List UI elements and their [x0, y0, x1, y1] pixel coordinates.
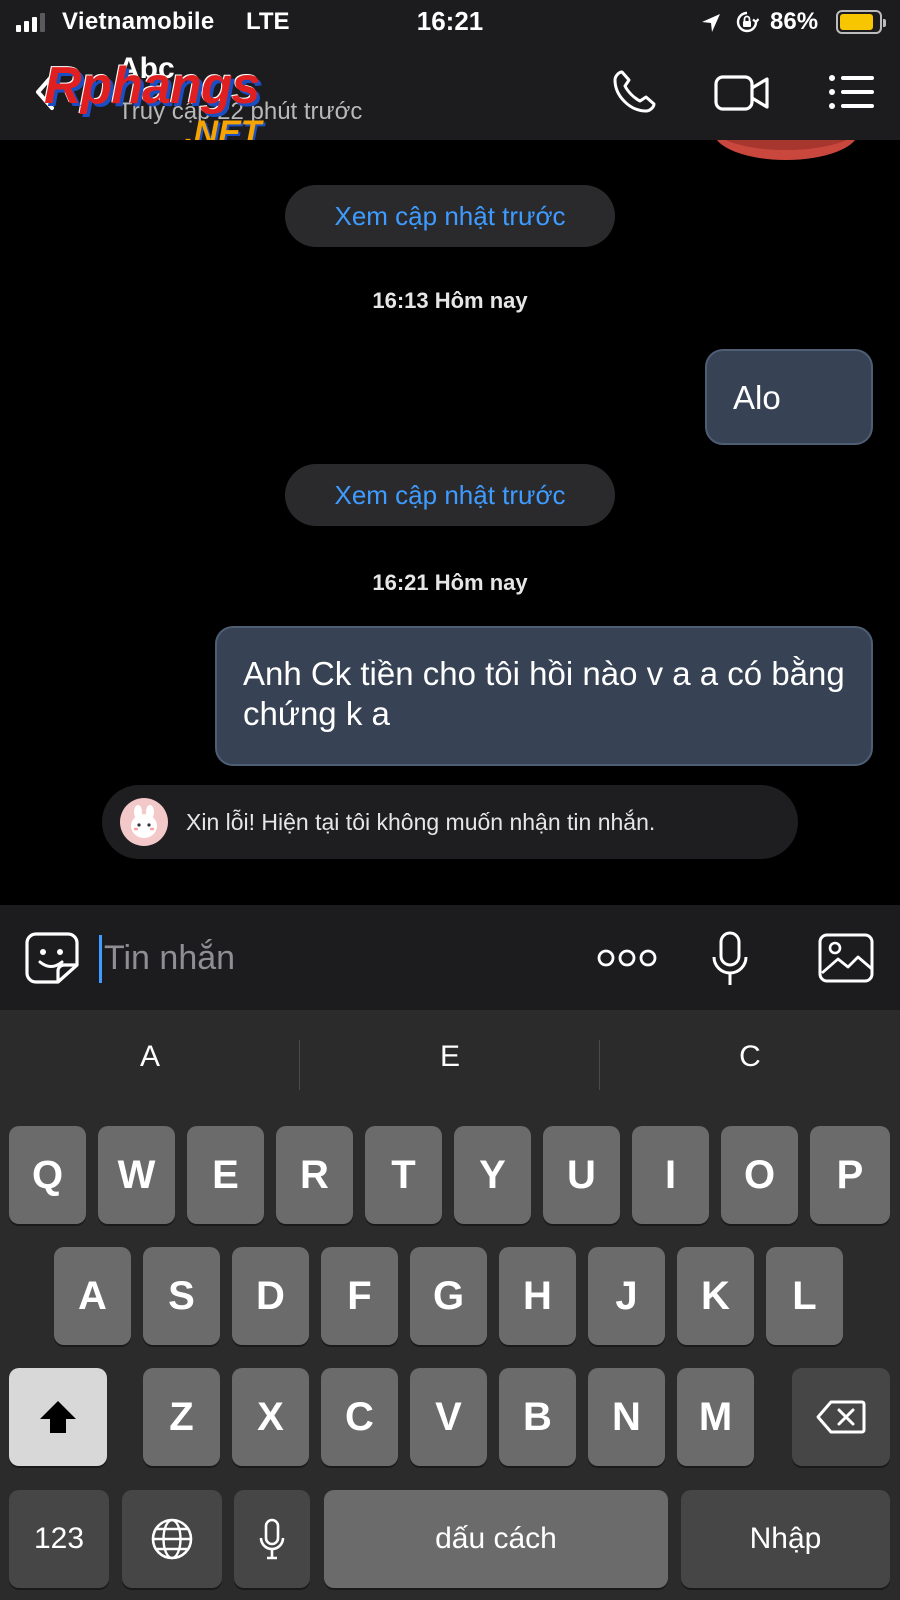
- globe-icon: [151, 1518, 193, 1560]
- dictation-key[interactable]: [234, 1490, 310, 1588]
- auto-reply-text: Xin lỗi! Hiện tại tôi không muốn nhận ti…: [186, 808, 656, 835]
- battery-fill: [840, 14, 873, 30]
- key-l[interactable]: L: [766, 1247, 843, 1345]
- status-time: 16:21: [416, 6, 484, 36]
- backspace-key[interactable]: [792, 1368, 890, 1466]
- key-u[interactable]: U: [543, 1126, 620, 1224]
- text-caret: [99, 935, 102, 983]
- chat-header: Abc Truy cập 22 phút trước Rphangs .NET: [0, 46, 900, 152]
- key-d[interactable]: D: [232, 1247, 309, 1345]
- numbers-key[interactable]: 123: [9, 1490, 109, 1588]
- suggestion-item[interactable]: C: [600, 1040, 900, 1074]
- watermark-main-text: Rphangs: [44, 57, 260, 115]
- shift-arrow-icon: [40, 1401, 76, 1433]
- key-i[interactable]: I: [632, 1126, 709, 1224]
- return-key[interactable]: Nhập: [681, 1490, 890, 1588]
- key-n[interactable]: N: [588, 1368, 665, 1466]
- location-icon: [702, 14, 720, 32]
- video-call-icon[interactable]: [714, 72, 770, 114]
- key-h[interactable]: H: [499, 1247, 576, 1345]
- sent-message-bubble[interactable]: Anh Ck tiền cho tôi hồi nào v a a có bằn…: [215, 626, 873, 766]
- key-w[interactable]: W: [98, 1126, 175, 1224]
- sent-message-bubble[interactable]: Alo: [705, 349, 873, 445]
- view-previous-button[interactable]: Xem cập nhật trước: [285, 464, 615, 526]
- key-o[interactable]: O: [721, 1126, 798, 1224]
- signal-icon: [16, 12, 45, 32]
- key-m[interactable]: M: [677, 1368, 754, 1466]
- key-y[interactable]: Y: [454, 1126, 531, 1224]
- key-t[interactable]: T: [365, 1126, 442, 1224]
- auto-reply-notice: Xin lỗi! Hiện tại tôi không muốn nhận ti…: [102, 785, 798, 859]
- backspace-icon: [816, 1400, 866, 1434]
- shift-key[interactable]: [9, 1368, 107, 1466]
- dictation-mic-icon: [259, 1518, 285, 1560]
- key-s[interactable]: S: [143, 1247, 220, 1345]
- suggestion-bar: A E C: [0, 1010, 900, 1122]
- key-b[interactable]: B: [499, 1368, 576, 1466]
- suggestion-item[interactable]: E: [300, 1040, 600, 1074]
- message-input-bar: [0, 905, 900, 1010]
- call-icon[interactable]: [610, 68, 658, 116]
- space-key[interactable]: dấu cách: [324, 1490, 668, 1588]
- suggestion-item[interactable]: A: [0, 1040, 300, 1074]
- sticker-emoji-icon[interactable]: [24, 931, 80, 985]
- key-q[interactable]: Q: [9, 1126, 86, 1224]
- key-p[interactable]: P: [810, 1126, 890, 1224]
- key-a[interactable]: A: [54, 1247, 131, 1345]
- chat-area[interactable]: Xem cập nhật trước 16:13 Hôm nay Alo Xem…: [0, 140, 900, 905]
- key-e[interactable]: E: [187, 1126, 264, 1224]
- key-c[interactable]: C: [321, 1368, 398, 1466]
- avatar: [120, 798, 168, 846]
- menu-icon[interactable]: [828, 72, 876, 112]
- message-timestamp: 16:13 Hôm nay: [372, 288, 528, 313]
- view-previous-button[interactable]: Xem cập nhật trước: [285, 185, 615, 247]
- more-options-icon[interactable]: [596, 947, 658, 969]
- key-k[interactable]: K: [677, 1247, 754, 1345]
- key-f[interactable]: F: [321, 1247, 398, 1345]
- battery-percent: 86%: [770, 8, 819, 35]
- bunny-avatar-icon: [131, 805, 157, 838]
- battery-icon: [836, 10, 886, 34]
- image-gallery-icon[interactable]: [818, 933, 874, 983]
- key-j[interactable]: J: [588, 1247, 665, 1345]
- key-x[interactable]: X: [232, 1368, 309, 1466]
- network-type: LTE: [246, 8, 290, 35]
- rotation-lock-icon: [736, 11, 759, 33]
- key-r[interactable]: R: [276, 1126, 353, 1224]
- message-input[interactable]: [104, 933, 554, 983]
- voice-message-icon[interactable]: [710, 931, 750, 987]
- key-z[interactable]: Z: [143, 1368, 220, 1466]
- key-v[interactable]: V: [410, 1368, 487, 1466]
- carrier-name: Vietnamobile: [62, 8, 215, 35]
- keyboard: A E C Q W E R T Y U I O P A S D F G H J …: [0, 1010, 900, 1600]
- globe-key[interactable]: [122, 1490, 222, 1588]
- message-timestamp: 16:21 Hôm nay: [372, 570, 528, 595]
- sticker-image[interactable]: [712, 140, 860, 162]
- status-bar: Vietnamobile LTE 16:21 86%: [0, 0, 900, 46]
- key-g[interactable]: G: [410, 1247, 487, 1345]
